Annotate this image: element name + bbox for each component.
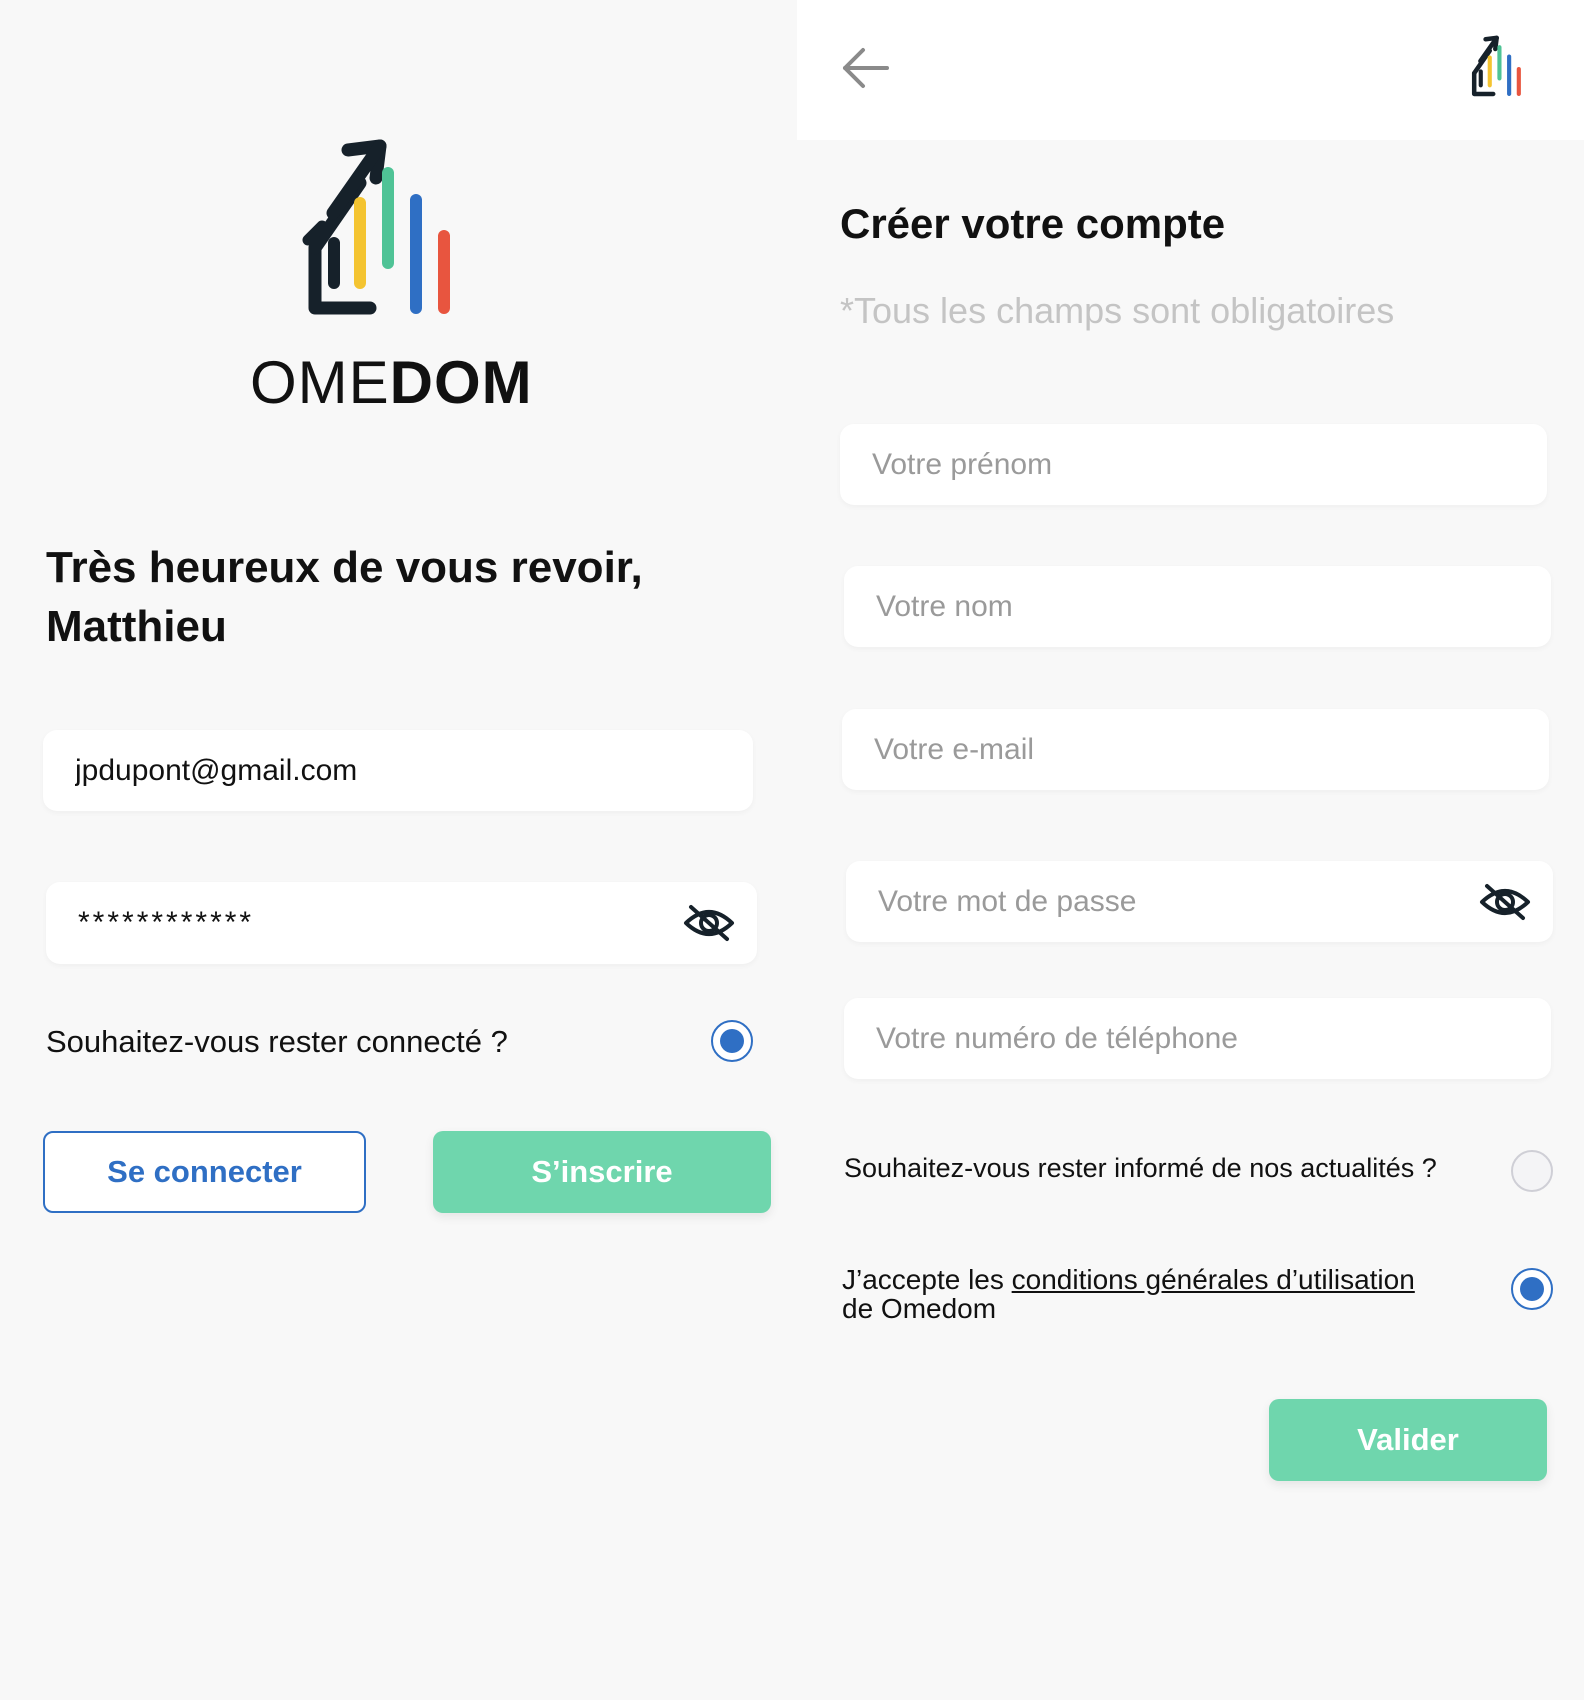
terms-label: J’accepte les conditions générales d’uti…	[842, 1265, 1442, 1323]
signup-button[interactable]: S’inscrire	[433, 1131, 771, 1213]
remember-me-row: Souhaitez-vous rester connecté ?	[46, 1020, 756, 1064]
email-field	[43, 730, 753, 811]
login-button[interactable]: Se connecter	[43, 1131, 366, 1213]
lastname-field	[844, 566, 1551, 647]
phone-field	[844, 998, 1551, 1079]
phone-input[interactable]	[844, 998, 1551, 1079]
signup-password-input[interactable]	[846, 861, 1553, 942]
eye-off-icon[interactable]	[683, 903, 735, 943]
brand-wordmark-light: OME	[250, 349, 390, 416]
validate-button[interactable]: Valider	[1269, 1399, 1547, 1481]
terms-link[interactable]: conditions générales d’utilisation	[1012, 1264, 1415, 1295]
login-screen: OMEDOM Très heureux de vous revoir, Matt…	[0, 0, 797, 1700]
signup-email-field	[842, 709, 1549, 790]
password-field	[46, 882, 757, 964]
remember-me-label: Souhaitez-vous rester connecté ?	[46, 1024, 508, 1059]
brand-wordmark: OMEDOM	[250, 348, 533, 417]
newsletter-label: Souhaitez-vous rester informé de nos act…	[844, 1153, 1437, 1183]
welcome-heading: Très heureux de vous revoir, Matthieu	[46, 538, 746, 656]
brand-wordmark-bold: DOM	[389, 349, 533, 416]
page-title: Créer votre compte	[840, 200, 1226, 247]
firstname-input[interactable]	[840, 424, 1547, 505]
eye-off-icon[interactable]	[1479, 882, 1531, 922]
signup-email-input[interactable]	[842, 709, 1549, 790]
top-bar	[797, 0, 1584, 140]
email-input[interactable]	[43, 730, 753, 811]
signup-password-field	[846, 861, 1553, 942]
newsletter-radio[interactable]	[1511, 1150, 1553, 1192]
required-fields-note: *Tous les champs sont obligatoires	[840, 290, 1395, 331]
signup-screen: Créer votre compte *Tous les champs sont…	[797, 0, 1584, 1700]
password-input[interactable]	[46, 882, 757, 964]
terms-radio[interactable]	[1511, 1268, 1553, 1310]
omedom-logo-icon	[302, 139, 450, 315]
terms-prefix: J’accepte les	[842, 1264, 1012, 1295]
lastname-input[interactable]	[844, 566, 1551, 647]
welcome-line-1: Très heureux de vous revoir,	[46, 543, 643, 592]
remember-me-radio[interactable]	[711, 1020, 753, 1062]
arrow-left-icon[interactable]	[841, 46, 891, 90]
welcome-line-2: Matthieu	[46, 602, 227, 651]
firstname-field	[840, 424, 1547, 505]
terms-suffix: de Omedom	[842, 1293, 997, 1324]
omedom-logo-small-icon	[1471, 35, 1521, 97]
